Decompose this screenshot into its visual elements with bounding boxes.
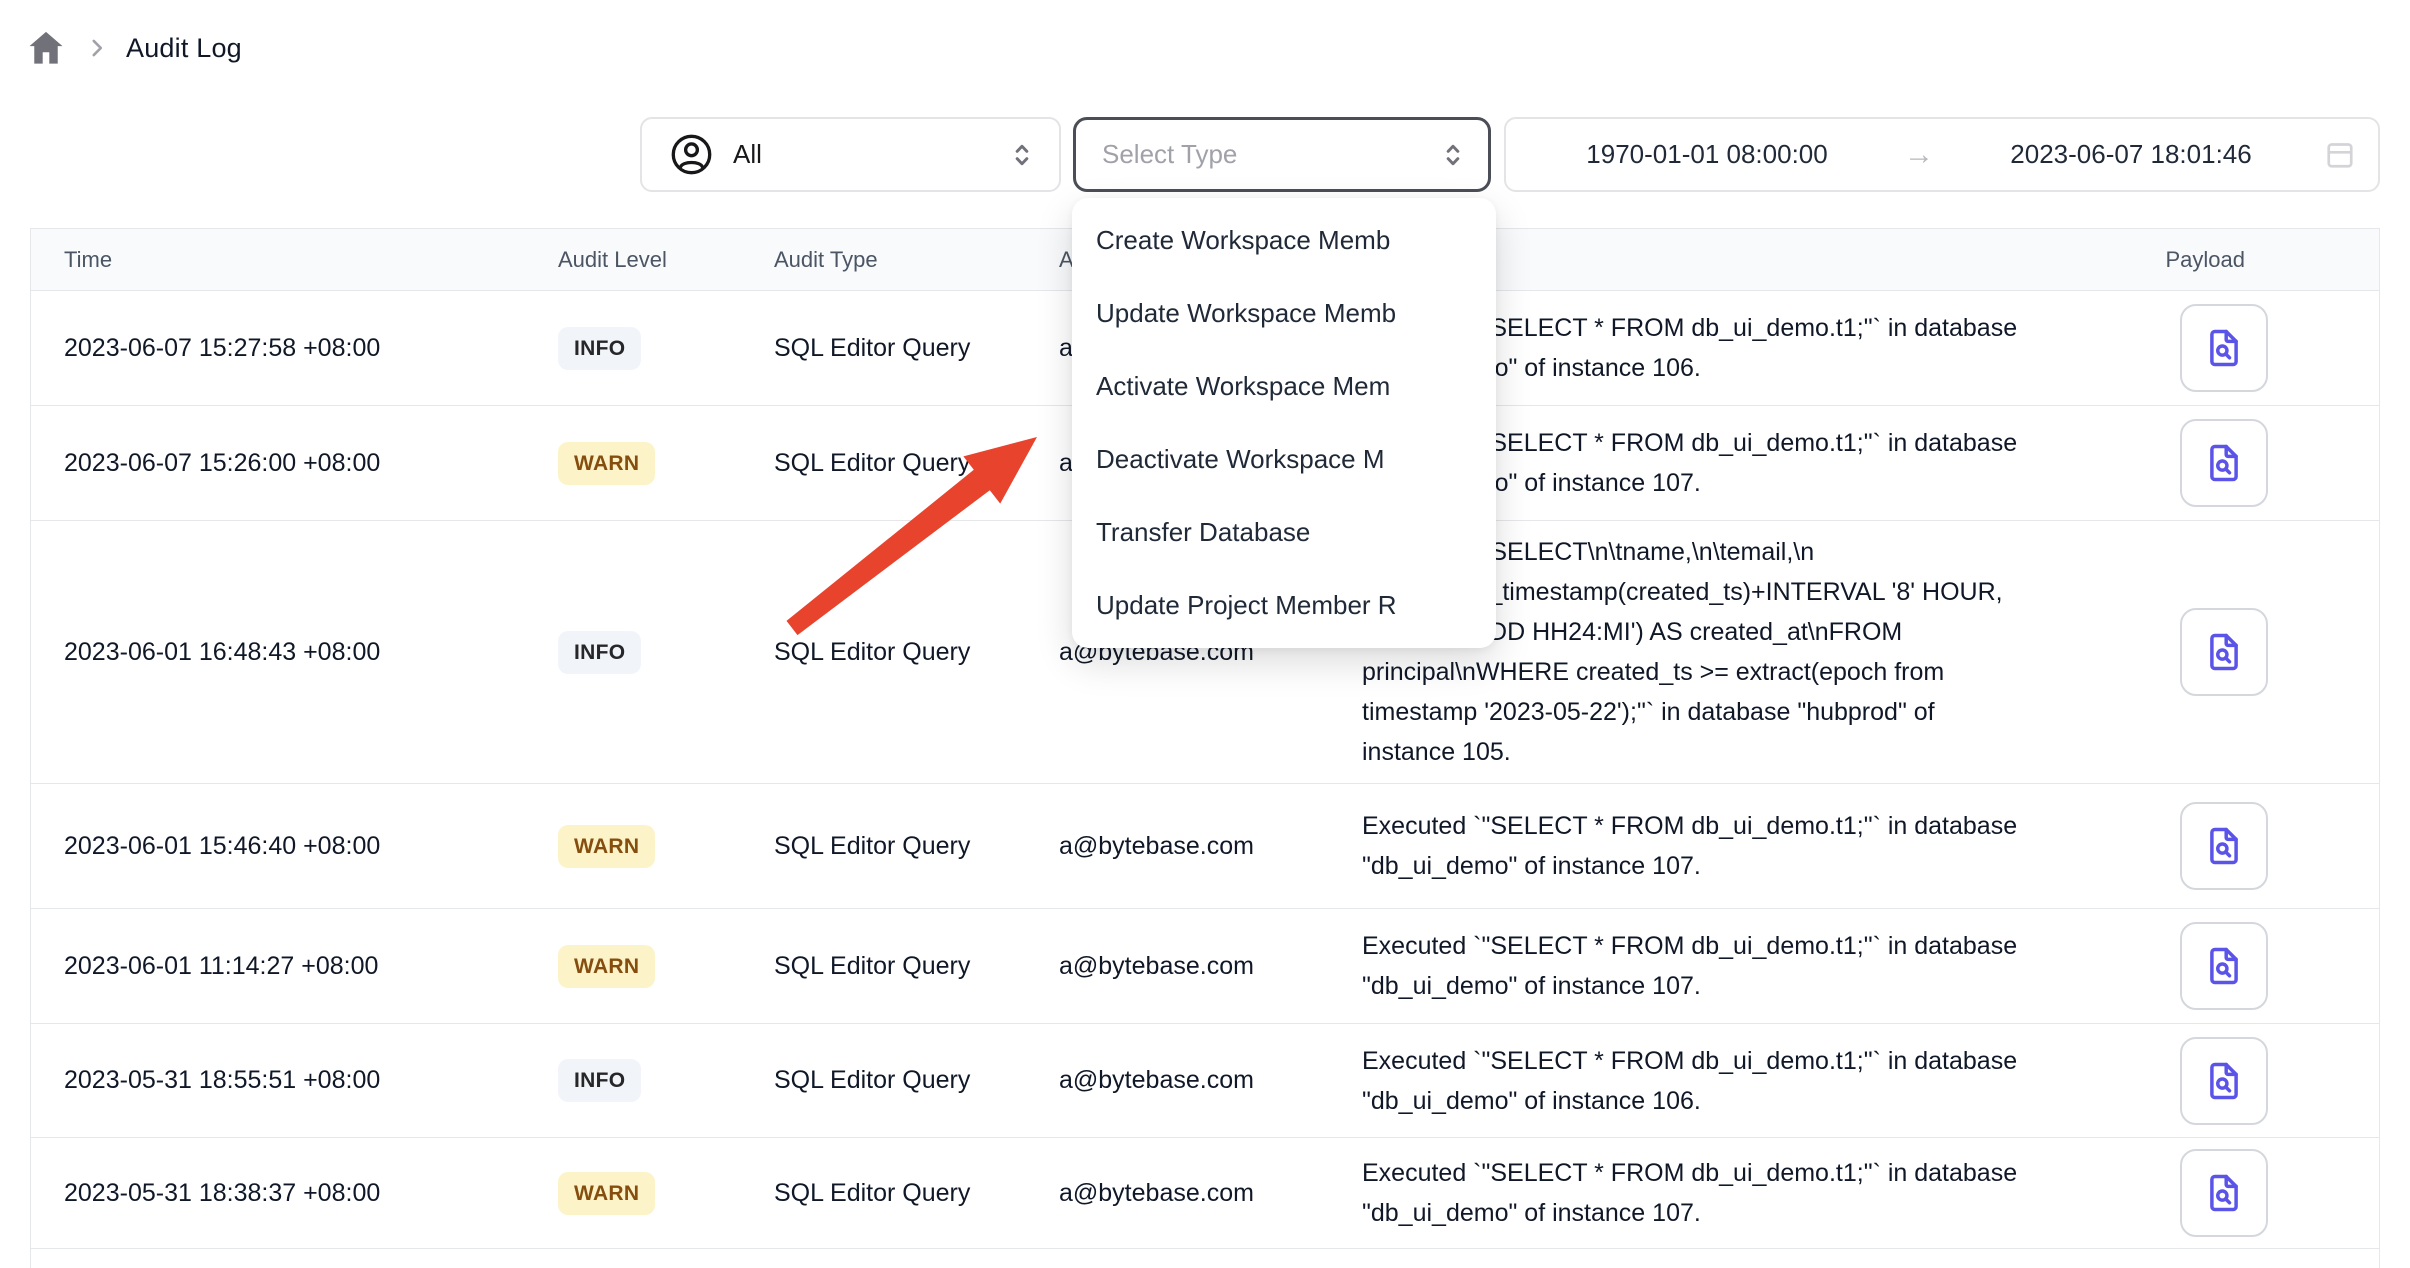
date-range-end[interactable]: 2023-06-07 18:01:46 bbox=[1940, 139, 2322, 170]
col-header-time: Time bbox=[31, 247, 558, 273]
col-header-payload: Payload bbox=[2122, 247, 2351, 273]
table-row: 2023-05-31 18:55:51 +08:00 INFO SQL Edit… bbox=[31, 1024, 2379, 1138]
view-payload-button[interactable] bbox=[2180, 304, 2268, 392]
file-search-icon bbox=[2202, 441, 2246, 485]
home-icon[interactable] bbox=[24, 26, 68, 70]
cell-audit-type: SQL Editor Query bbox=[774, 952, 1059, 981]
view-payload-button[interactable] bbox=[2180, 419, 2268, 507]
cell-audit-type: SQL Editor Query bbox=[774, 638, 1059, 667]
file-search-icon bbox=[2202, 1059, 2246, 1103]
cell-time: 2023-06-01 11:14:27 +08:00 bbox=[31, 952, 558, 981]
status-badge: WARN bbox=[558, 442, 655, 485]
cell-audit-type: SQL Editor Query bbox=[774, 334, 1059, 363]
col-header-audit-type: Audit Type bbox=[774, 247, 1059, 273]
status-badge: INFO bbox=[558, 631, 641, 674]
file-search-icon bbox=[2202, 1171, 2246, 1215]
view-payload-button[interactable] bbox=[2180, 1037, 2268, 1125]
status-badge: WARN bbox=[558, 825, 655, 868]
view-payload-button[interactable] bbox=[2180, 1149, 2268, 1237]
cell-audit-type: SQL Editor Query bbox=[774, 449, 1059, 478]
status-badge: WARN bbox=[558, 945, 655, 988]
actor-filter-select[interactable]: All bbox=[640, 117, 1061, 192]
filter-bar: All Select Type 1970-01-01 08:00:00 → 20… bbox=[0, 117, 2410, 192]
range-arrow-icon: → bbox=[1898, 138, 1940, 172]
menu-item-deactivate-workspace-member[interactable]: Deactivate Workspace M bbox=[1072, 423, 1496, 496]
cell-actor: a@bytebase.com bbox=[1059, 1066, 1332, 1095]
table-row: 2023-06-01 11:14:27 +08:00 WARN SQL Edit… bbox=[31, 909, 2379, 1024]
file-search-icon bbox=[2202, 326, 2246, 370]
status-badge: INFO bbox=[558, 1059, 641, 1102]
calendar-icon bbox=[2322, 137, 2358, 173]
breadcrumb-chevron-icon bbox=[84, 35, 110, 61]
user-icon bbox=[668, 131, 715, 178]
view-payload-button[interactable] bbox=[2180, 608, 2268, 696]
cell-actor: a@bytebase.com bbox=[1059, 952, 1332, 981]
cell-audit-type: SQL Editor Query bbox=[774, 1179, 1059, 1208]
breadcrumb: Audit Log bbox=[24, 26, 242, 70]
view-payload-button[interactable] bbox=[2180, 922, 2268, 1010]
file-search-icon bbox=[2202, 824, 2246, 868]
cell-comment: Executed `"SELECT * FROM db_ui_demo.t1;"… bbox=[1362, 926, 2122, 1006]
cell-time: 2023-06-01 16:48:43 +08:00 bbox=[31, 638, 558, 667]
file-search-icon bbox=[2202, 630, 2246, 674]
cell-comment: Executed `"SELECT * FROM db_ui_demo.t1;"… bbox=[1362, 806, 2122, 886]
cell-time: 2023-05-31 18:38:37 +08:00 bbox=[31, 1179, 558, 1208]
cell-actor: a@bytebase.com bbox=[1059, 1179, 1332, 1208]
table-row: 2023-05-31 18:38:37 +08:00 WARN SQL Edit… bbox=[31, 1138, 2379, 1249]
actor-filter-value: All bbox=[733, 139, 989, 170]
type-filter-placeholder: Select Type bbox=[1102, 139, 1438, 170]
menu-item-update-workspace-member[interactable]: Update Workspace Memb bbox=[1072, 277, 1496, 350]
cell-actor: a@bytebase.com bbox=[1059, 832, 1332, 861]
menu-item-update-project-member[interactable]: Update Project Member R bbox=[1072, 569, 1496, 642]
date-range-picker[interactable]: 1970-01-01 08:00:00 → 2023-06-07 18:01:4… bbox=[1504, 117, 2380, 192]
date-range-start[interactable]: 1970-01-01 08:00:00 bbox=[1516, 139, 1898, 170]
cell-time: 2023-06-07 15:27:58 +08:00 bbox=[31, 334, 558, 363]
view-payload-button[interactable] bbox=[2180, 802, 2268, 890]
status-badge: WARN bbox=[558, 1172, 655, 1215]
file-search-icon bbox=[2202, 944, 2246, 988]
menu-item-transfer-database[interactable]: Transfer Database bbox=[1072, 496, 1496, 569]
cell-audit-type: SQL Editor Query bbox=[774, 1066, 1059, 1095]
cell-time: 2023-06-07 15:26:00 +08:00 bbox=[31, 449, 558, 478]
cell-time: 2023-06-01 15:46:40 +08:00 bbox=[31, 832, 558, 861]
table-row-partial bbox=[31, 1249, 2379, 1268]
type-filter-select[interactable]: Select Type bbox=[1073, 117, 1491, 192]
page-title: Audit Log bbox=[126, 33, 242, 64]
col-header-audit-level: Audit Level bbox=[558, 247, 774, 273]
chevron-updown-icon bbox=[1007, 138, 1037, 172]
cell-comment: Executed `"SELECT * FROM db_ui_demo.t1;"… bbox=[1362, 1041, 2122, 1121]
cell-audit-type: SQL Editor Query bbox=[774, 832, 1059, 861]
cell-comment: Executed `"SELECT * FROM db_ui_demo.t1;"… bbox=[1362, 1153, 2122, 1233]
table-row: 2023-06-01 15:46:40 +08:00 WARN SQL Edit… bbox=[31, 784, 2379, 909]
type-dropdown-menu: Create Workspace Memb Update Workspace M… bbox=[1072, 198, 1496, 648]
cell-time: 2023-05-31 18:55:51 +08:00 bbox=[31, 1066, 558, 1095]
menu-item-activate-workspace-member[interactable]: Activate Workspace Mem bbox=[1072, 350, 1496, 423]
menu-item-create-workspace-member[interactable]: Create Workspace Memb bbox=[1072, 204, 1496, 277]
chevron-updown-icon bbox=[1438, 138, 1468, 172]
status-badge: INFO bbox=[558, 327, 641, 370]
